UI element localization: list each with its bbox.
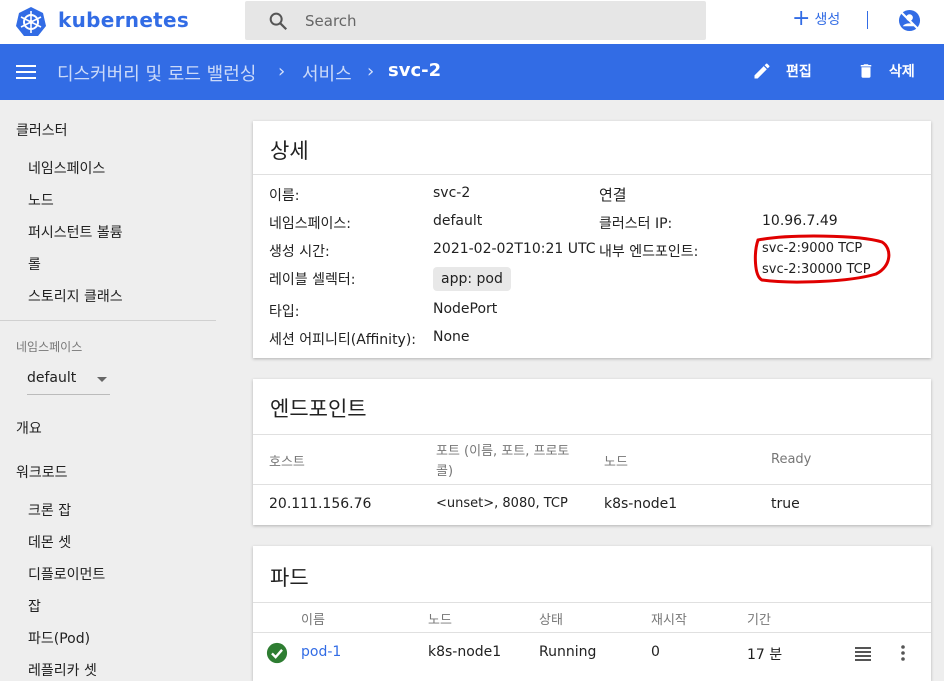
sidebar-item-deployments[interactable]: 디플로이먼트 [28,564,105,584]
endpoints-card: 엔드포인트 호스트 포트 (이름, 포트, 프로토 콜) 노드 Ready 20… [253,379,931,525]
name-value: svc-2 [433,185,471,201]
sidebar: 클러스터 네임스페이스 노드 퍼시스턴트 볼륨 롤 스토리지 클래스 네임스페이… [0,100,230,681]
col-ports-cont: 콜) [436,464,454,479]
delete-button[interactable]: 삭제 [857,61,915,81]
red-annotation-circle [753,234,891,284]
plus-icon: + [792,6,811,31]
namespace-select[interactable]: default [27,367,110,395]
col-ready[interactable]: Ready [771,452,811,467]
namespace-select-value: default [27,370,77,386]
endpoint-host: 20.111.156.76 [269,496,372,512]
search-bar[interactable] [245,1,706,40]
internal-endpoints-label: 내부 엔드포인트: [599,244,699,260]
check-circle-icon [266,642,288,664]
sidebar-divider [0,320,216,321]
sidebar-item-cron-jobs[interactable]: 크론 잡 [28,500,71,520]
col-age[interactable]: 기간 [747,609,771,628]
logs-icon[interactable] [854,645,872,661]
affinity-label: 세션 어피니티(Affinity): [269,332,417,348]
created-value: 2021-02-02T10:21 UTC [433,241,596,257]
kubernetes-logo-icon[interactable] [15,6,47,38]
connection-title: 연결 [599,186,627,204]
endpoint-ready: true [771,496,800,512]
sidebar-item-daemon-sets[interactable]: 데몬 셋 [28,532,71,552]
selector-label: 레이블 셀렉터: [269,272,356,288]
cluster-ip-value: 10.96.7.49 [762,213,838,229]
breadcrumb-discovery[interactable]: 디스커버리 및 로드 밸런싱 [57,60,256,86]
affinity-value: None [433,329,470,345]
sidebar-item-storage-classes[interactable]: 스토리지 클래스 [28,286,123,306]
sidebar-cluster[interactable]: 클러스터 [16,120,68,140]
card-divider [253,632,931,633]
card-divider [253,174,931,175]
search-input[interactable] [305,1,695,40]
sidebar-item-persistent-volumes[interactable]: 퍼시스턴트 볼륨 [28,222,123,242]
dropdown-arrow-icon [97,377,107,382]
pod-restarts: 0 [651,644,660,660]
col-restarts[interactable]: 재시작 [651,609,687,628]
topbar-divider [867,11,868,29]
breadcrumb-services[interactable]: 서비스 [302,60,352,86]
brand-name[interactable]: kubernetes [58,8,189,32]
col-name[interactable]: 이름 [301,609,325,628]
top-bar: kubernetes + 생성 [0,0,944,44]
endpoint-ports: <unset>, 8080, TCP [436,496,568,511]
card-divider [253,434,931,435]
chevron-right-icon: › [367,61,375,82]
page-header: 디스커버리 및 로드 밸런싱 › 서비스 › svc-2 편집 삭제 [0,44,944,100]
sidebar-item-replica-sets[interactable]: 레플리카 셋 [28,660,97,680]
namespace-value: default [433,213,483,229]
chevron-right-icon: › [278,61,286,82]
account-off-icon[interactable] [898,9,921,32]
col-host[interactable]: 호스트 [269,451,305,470]
details-title: 상세 [270,139,309,163]
namespace-label: 네임스페이스: [269,216,351,232]
selector-chip: app: pod [433,267,511,291]
delete-label: 삭제 [889,64,915,80]
col-node[interactable]: 노드 [428,609,452,628]
sidebar-item-pods[interactable]: 파드(Pod) [28,628,90,648]
pod-age: 17 분 [747,647,783,663]
menu-icon[interactable] [16,65,36,79]
created-label: 생성 시간: [269,244,330,260]
pencil-icon [754,63,770,79]
col-ports[interactable]: 포트 (이름, 포트, 프로토 [436,440,569,459]
create-button[interactable]: + 생성 [792,6,840,32]
edit-label: 편집 [786,64,812,80]
pods-title: 파드 [270,566,309,590]
endpoints-title: 엔드포인트 [270,397,367,421]
sidebar-overview[interactable]: 개요 [16,418,42,438]
name-label: 이름: [269,188,300,204]
cluster-ip-label: 클러스터 IP: [599,216,673,232]
pod-node: k8s-node1 [428,644,502,660]
card-divider [253,484,931,485]
namespace-select-label: 네임스페이스 [16,340,83,354]
pod-name-link[interactable]: pod-1 [301,644,341,660]
type-label: 타입: [269,304,300,320]
create-label: 생성 [814,12,841,28]
type-value: NodePort [433,301,498,317]
sidebar-item-roles[interactable]: 롤 [28,254,41,274]
pod-status: Running [539,644,597,660]
sidebar-item-jobs[interactable]: 잡 [28,596,41,616]
pods-card: 파드 이름 노드 상태 재시작 기간 pod-1 k8s-node1 Runni… [253,546,931,681]
edit-button[interactable]: 편집 [752,61,812,81]
breadcrumb-current: svc-2 [388,60,442,81]
sidebar-item-namespaces[interactable]: 네임스페이스 [28,158,105,178]
trash-icon [860,64,872,78]
search-icon [269,12,288,31]
sidebar-item-nodes[interactable]: 노드 [28,190,54,210]
col-status[interactable]: 상태 [539,609,563,628]
sidebar-workloads[interactable]: 워크로드 [16,462,68,482]
endpoint-node: k8s-node1 [604,496,678,512]
card-divider [253,602,931,603]
col-node[interactable]: 노드 [604,451,628,470]
more-vert-icon[interactable] [898,644,908,662]
